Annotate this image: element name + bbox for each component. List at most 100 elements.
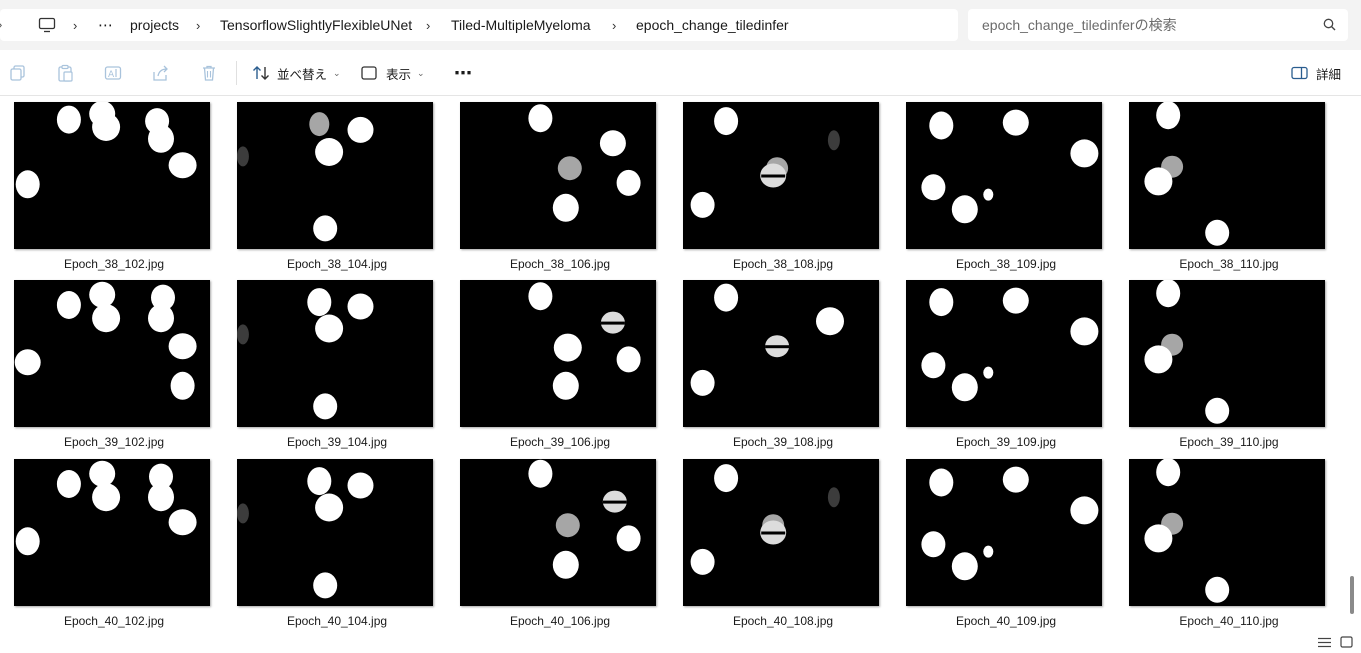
breadcrumb-separator: ›: [426, 17, 431, 33]
file-item[interactable]: Epoch_38_109.jpg: [906, 102, 1106, 278]
cell-blob: [951, 373, 978, 402]
file-item[interactable]: Epoch_40_102.jpg: [14, 459, 214, 635]
thumbnail-image: [1129, 280, 1325, 427]
file-item[interactable]: Epoch_38_104.jpg: [237, 102, 437, 278]
breadcrumb-item-unet[interactable]: TensorflowSlightlyFlexibleUNet: [220, 9, 412, 41]
paste-icon[interactable]: [56, 64, 74, 82]
details-pane-icon: [1291, 66, 1308, 80]
file-item[interactable]: Epoch_38_102.jpg: [14, 102, 214, 278]
cell-blob: [170, 371, 195, 400]
file-item[interactable]: Epoch_39_102.jpg: [14, 280, 214, 456]
delete-icon[interactable]: [200, 64, 218, 82]
cell-split-line: [602, 500, 627, 504]
thumbnail-image: [237, 102, 433, 249]
cell-blob: [1002, 466, 1029, 493]
breadcrumb-separator: ›: [196, 17, 201, 33]
cell-blob: [1205, 576, 1230, 603]
file-item[interactable]: Epoch_39_109.jpg: [906, 280, 1106, 456]
thumbnail-image: [906, 280, 1102, 427]
cell-blob: [1070, 317, 1099, 346]
sort-label: 並べ替え: [277, 67, 328, 82]
file-name: Epoch_40_106.jpg: [509, 614, 611, 628]
breadcrumb-separator: ›: [73, 17, 78, 33]
details-view-icon[interactable]: [1318, 635, 1331, 653]
cell-blob: [714, 283, 739, 312]
cell-blob: [555, 513, 580, 538]
file-item[interactable]: Epoch_38_110.jpg: [1129, 102, 1329, 278]
details-label: 詳細: [1316, 67, 1342, 82]
file-item[interactable]: Epoch_40_106.jpg: [460, 459, 660, 635]
cell-blob: [315, 493, 344, 522]
file-item[interactable]: Epoch_39_104.jpg: [237, 280, 437, 456]
file-name: Epoch_39_108.jpg: [732, 435, 834, 449]
cell-blob: [1070, 139, 1099, 168]
cell-blob: [690, 191, 715, 218]
cell-blob: [313, 393, 338, 420]
thumbnail-image: [906, 459, 1102, 606]
cell-blob: [690, 369, 715, 396]
thumbnail-image: [906, 102, 1102, 249]
file-item[interactable]: Epoch_40_109.jpg: [906, 459, 1106, 635]
file-item[interactable]: Epoch_40_110.jpg: [1129, 459, 1329, 635]
cell-blob: [528, 104, 553, 133]
thumbnail-image: [683, 280, 879, 427]
thumbnail-image: [683, 102, 879, 249]
cell-blob: [1205, 397, 1230, 424]
sort-button[interactable]: 並べ替え ⌄: [252, 62, 341, 84]
more-options-button[interactable]: ⋯: [454, 62, 473, 84]
vertical-scrollbar-thumb[interactable]: [1350, 576, 1354, 614]
cell-blob: [307, 288, 332, 317]
view-button[interactable]: 表示 ⌄: [361, 62, 425, 84]
cell-split-line: [761, 531, 786, 535]
file-item[interactable]: Epoch_39_106.jpg: [460, 280, 660, 456]
search-icon[interactable]: [1323, 18, 1336, 36]
file-item[interactable]: Epoch_40_104.jpg: [237, 459, 437, 635]
breadcrumb[interactable]: › › ⋯ projects › TensorflowSlightlyFlexi…: [0, 9, 958, 41]
cell-blob: [309, 112, 330, 137]
cell-blob: [313, 572, 338, 599]
cell-blob: [921, 352, 946, 379]
details-pane-button[interactable]: 詳細: [1291, 62, 1341, 84]
cell-blob: [168, 333, 197, 360]
cell-blob: [827, 130, 840, 151]
cell-blob: [347, 116, 374, 143]
breadcrumb-item-tiled[interactable]: Tiled-MultipleMyeloma: [451, 9, 591, 41]
share-icon[interactable]: [152, 64, 170, 82]
cell-blob: [56, 105, 81, 134]
search-box: [968, 9, 1348, 41]
view-label: 表示: [386, 67, 412, 82]
breadcrumb-item-current[interactable]: epoch_change_tiledinfer: [636, 9, 789, 41]
view-icon: [361, 66, 377, 80]
cell-blob: [690, 548, 715, 575]
cell-blob: [148, 483, 174, 512]
file-item[interactable]: Epoch_39_108.jpg: [683, 280, 883, 456]
file-name: Epoch_38_104.jpg: [286, 257, 388, 271]
cell-blob: [557, 156, 582, 181]
this-pc-icon[interactable]: [38, 9, 56, 41]
file-name: Epoch_39_104.jpg: [286, 435, 388, 449]
file-name: Epoch_39_109.jpg: [955, 435, 1057, 449]
file-item[interactable]: Epoch_38_106.jpg: [460, 102, 660, 278]
address-row: › › ⋯ projects › TensorflowSlightlyFlexi…: [0, 0, 1361, 50]
chevron-down-icon: ⌄: [417, 67, 425, 78]
cell-blob: [528, 282, 553, 311]
copy-icon[interactable]: [9, 64, 27, 82]
breadcrumb-overflow-button[interactable]: ⋯: [98, 9, 113, 41]
file-item[interactable]: Epoch_38_108.jpg: [683, 102, 883, 278]
file-item[interactable]: Epoch_39_110.jpg: [1129, 280, 1329, 456]
rename-icon[interactable]: A: [104, 64, 122, 82]
file-name: Epoch_40_102.jpg: [63, 614, 165, 628]
cell-blob: [237, 146, 249, 167]
file-grid: Epoch_38_102.jpg Epoch_38_104.jpg Epoch_38…: [0, 97, 1361, 649]
large-icons-view-icon[interactable]: [1340, 635, 1353, 653]
file-item[interactable]: Epoch_40_108.jpg: [683, 459, 883, 635]
cell-split-line: [600, 321, 625, 325]
search-input[interactable]: [982, 15, 1312, 35]
cell-blob: [553, 333, 582, 362]
file-name: Epoch_38_108.jpg: [732, 257, 834, 271]
file-name: Epoch_39_106.jpg: [509, 435, 611, 449]
breadcrumb-item-projects[interactable]: projects: [130, 9, 179, 41]
cell-blob: [315, 138, 344, 166]
cell-blob: [714, 464, 739, 493]
cell-blob: [14, 349, 41, 376]
